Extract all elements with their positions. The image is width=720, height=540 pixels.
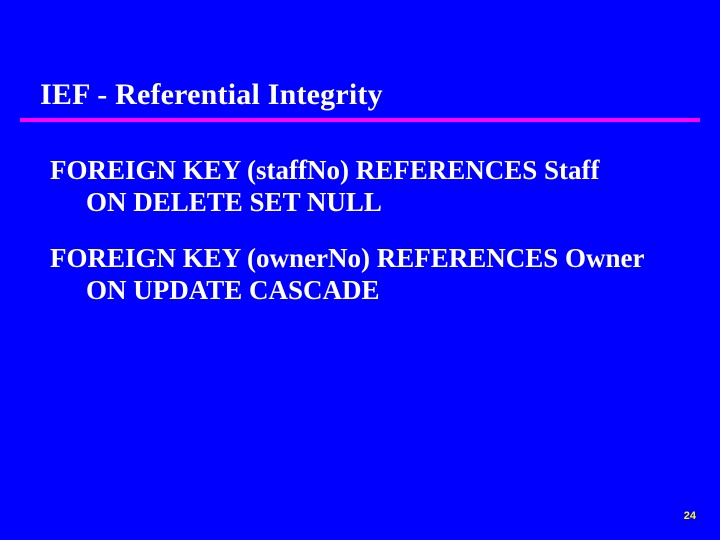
fk-block-2: FOREIGN KEY (ownerNo) REFERENCES Owner O… xyxy=(50,243,680,307)
slide: IEF - Referential Integrity FOREIGN KEY … xyxy=(0,0,720,540)
fk-action: ON DELETE SET NULL xyxy=(50,187,680,219)
fk-action: ON UPDATE CASCADE xyxy=(50,275,680,307)
slide-title: IEF - Referential Integrity xyxy=(40,78,383,112)
title-underline xyxy=(20,118,700,122)
fk-line: FOREIGN KEY (staffNo) REFERENCES Staff xyxy=(50,155,680,187)
slide-body: FOREIGN KEY (staffNo) REFERENCES Staff O… xyxy=(50,155,680,330)
fk-block-1: FOREIGN KEY (staffNo) REFERENCES Staff O… xyxy=(50,155,680,219)
page-number: 24 xyxy=(684,510,696,522)
fk-line: FOREIGN KEY (ownerNo) REFERENCES Owner xyxy=(50,243,680,275)
